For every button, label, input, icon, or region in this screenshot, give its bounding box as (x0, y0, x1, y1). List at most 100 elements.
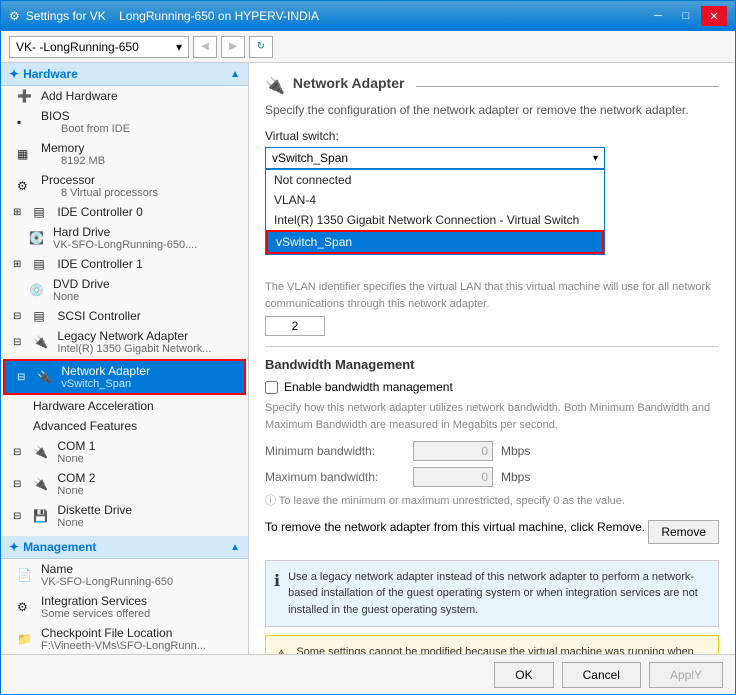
bandwidth-checkbox[interactable] (265, 381, 278, 394)
dropdown-option-vswitch-span[interactable]: vSwitch_Span (266, 230, 604, 254)
content-title: Network Adapter (293, 75, 405, 91)
apply-button[interactable]: ApplY (649, 662, 723, 688)
remove-button[interactable]: Remove (648, 520, 719, 544)
virtual-switch-dropdown-container: vSwitch_Span ▾ Not connected VLAN-4 Inte… (265, 147, 719, 169)
ok-button[interactable]: OK (494, 662, 553, 688)
sidebar-item-name[interactable]: 📄 Name VK-SFO-LongRunning-650 (1, 559, 248, 591)
expand-icon3: ⊟ (13, 311, 21, 322)
sidebar-item-integration[interactable]: ⚙ Integration Services Some services off… (1, 591, 248, 623)
cancel-button[interactable]: Cancel (562, 662, 641, 688)
max-bandwidth-input[interactable] (413, 467, 493, 487)
scsi-icon: ▤ (33, 309, 53, 323)
vlan-input[interactable]: 2 (265, 316, 325, 336)
section-divider-1 (265, 346, 719, 347)
back-button[interactable]: ◀ (193, 36, 217, 58)
max-bandwidth-unit: Mbps (501, 470, 530, 484)
title-bar-buttons: ─ □ ✕ (645, 6, 727, 26)
min-bandwidth-row: Minimum bandwidth: Mbps (265, 441, 719, 461)
title-divider (416, 86, 719, 87)
sidebar-item-processor[interactable]: ⚙ Processor 8 Virtual processors (1, 170, 248, 202)
dropdown-arrow-icon: ▾ (593, 153, 598, 164)
dropdown-option-not-connected[interactable]: Not connected (266, 170, 604, 190)
network-adapter-icon: 🔌 (37, 370, 57, 384)
sidebar-item-legacy-nic[interactable]: ⊟ 🔌 Legacy Network Adapter Intel(R) 1350… (1, 326, 248, 358)
restore-button[interactable]: □ (673, 6, 699, 26)
sidebar-item-ide0[interactable]: ⊞ ▤ IDE Controller 0 (1, 202, 248, 222)
close-button[interactable]: ✕ (701, 6, 727, 26)
main-area: ✦ Hardware ▲ ➕ Add Hardware ▪ BIOS Boot … (1, 63, 735, 654)
notice-text-2: Some settings cannot be modified because… (296, 644, 710, 654)
min-bandwidth-input[interactable] (413, 441, 493, 461)
hardware-icon: ✦ (9, 67, 19, 81)
dvd-icon: 💿 (29, 283, 49, 297)
minimize-button[interactable]: ─ (645, 6, 671, 26)
content-description: Specify the configuration of the network… (265, 103, 719, 117)
title-bar-left: ⚙ Settings for VK LongRunning-650 on HYP… (9, 9, 319, 23)
dropdown-option-intel[interactable]: Intel(R) 1350 Gigabit Network Connection… (266, 210, 604, 230)
vm-selector-arrow: ▾ (176, 40, 182, 54)
remove-notice-row: To remove the network adapter from this … (265, 520, 719, 552)
sidebar-item-diskette[interactable]: ⊟ 💾 Diskette Drive None (1, 500, 248, 532)
vlan-section: The VLAN identifier specifies the virtua… (265, 279, 719, 336)
bandwidth-checkbox-label: Enable bandwidth management (284, 380, 453, 394)
vm-selector-dropdown[interactable]: VK- -LongRunning-650 ▾ (9, 36, 189, 58)
toolbar: VK- -LongRunning-650 ▾ ◀ ▶ ↻ (1, 31, 735, 63)
integration-icon: ⚙ (17, 600, 37, 614)
ide1-icon: ▤ (33, 257, 53, 271)
max-bandwidth-row: Maximum bandwidth: Mbps (265, 467, 719, 487)
checkpoint-icon: 📁 (17, 632, 37, 646)
virtual-switch-dropdown[interactable]: vSwitch_Span ▾ (265, 147, 605, 169)
content-header: 🔌 Network Adapter (265, 75, 719, 97)
title-bar: ⚙ Settings for VK LongRunning-650 on HYP… (1, 1, 735, 31)
network-adapter-header-icon: 🔌 (265, 76, 285, 96)
notice-box-1: ℹ Use a legacy network adapter instead o… (265, 560, 719, 628)
dropdown-list: Not connected VLAN-4 Intel(R) 1350 Gigab… (265, 169, 605, 255)
window-title: Settings for VK LongRunning-650 on HYPER… (26, 9, 319, 23)
window-icon: ⚙ (9, 9, 20, 23)
sidebar-item-com1[interactable]: ⊟ 🔌 COM 1 None (1, 436, 248, 468)
expand-icon7: ⊟ (13, 479, 21, 490)
dropdown-option-vlan4[interactable]: VLAN-4 (266, 190, 604, 210)
vlan-description: The VLAN identifier specifies the virtua… (265, 279, 719, 312)
hardware-collapse-icon[interactable]: ▲ (230, 69, 240, 80)
notice-box-2: ⚠ Some settings cannot be modified becau… (265, 635, 719, 654)
bandwidth-header: Bandwidth Management (265, 357, 719, 372)
info-icon: ℹ (274, 570, 280, 594)
settings-window: ⚙ Settings for VK LongRunning-650 on HYP… (0, 0, 736, 695)
add-hardware-icon: ➕ (17, 89, 37, 103)
min-bandwidth-label: Minimum bandwidth: (265, 444, 405, 458)
sidebar-item-ide1[interactable]: ⊞ ▤ IDE Controller 1 (1, 254, 248, 274)
min-bandwidth-unit: Mbps (501, 444, 530, 458)
sidebar-item-scsi[interactable]: ⊟ ▤ SCSI Controller (1, 306, 248, 326)
sidebar-item-bios[interactable]: ▪ BIOS Boot from IDE (1, 106, 248, 138)
memory-icon: ▦ (17, 147, 37, 161)
max-bandwidth-label: Maximum bandwidth: (265, 470, 405, 484)
virtual-switch-label: Virtual switch: (265, 129, 719, 143)
content-area: 🔌 Network Adapter Specify the configurat… (249, 63, 735, 654)
bandwidth-checkbox-row: Enable bandwidth management (265, 380, 719, 394)
sidebar-item-add-hardware[interactable]: ➕ Add Hardware (1, 86, 248, 106)
management-collapse-icon[interactable]: ▲ (230, 542, 240, 553)
sidebar-item-network-adapter[interactable]: ⊟ 🔌 Network Adapter vSwitch_Span (5, 361, 244, 393)
bottom-bar: OK Cancel ApplY (1, 654, 735, 694)
sidebar-item-hw-accel[interactable]: Hardware Acceleration (1, 396, 248, 416)
warn-icon: ⚠ (274, 645, 288, 654)
forward-button[interactable]: ▶ (221, 36, 245, 58)
sidebar-item-adv-features[interactable]: Advanced Features (1, 416, 248, 436)
sidebar-item-dvd[interactable]: 💿 DVD Drive None (1, 274, 248, 306)
diskette-icon: 💾 (33, 509, 53, 523)
sidebar-item-hard-drive[interactable]: 💽 Hard Drive VK-SFO-LongRunning-650.... (1, 222, 248, 254)
legacy-nic-icon: 🔌 (33, 335, 53, 349)
ide0-icon: ▤ (33, 205, 53, 219)
name-icon: 📄 (17, 568, 37, 582)
remove-notice-text: To remove the network adapter from this … (265, 520, 597, 534)
expand-icon4: ⊟ (13, 337, 21, 348)
com2-icon: 🔌 (33, 477, 53, 491)
refresh-button[interactable]: ↻ (249, 36, 273, 58)
expand-icon8: ⊟ (13, 511, 21, 522)
management-section-header: ✦ Management ▲ (1, 536, 248, 559)
sidebar-item-checkpoint[interactable]: 📁 Checkpoint File Location F:\Vineeth-VM… (1, 623, 248, 654)
sidebar-item-memory[interactable]: ▦ Memory 8192 MB (1, 138, 248, 170)
expand-icon2: ⊞ (13, 259, 21, 270)
sidebar-item-com2[interactable]: ⊟ 🔌 COM 2 None (1, 468, 248, 500)
